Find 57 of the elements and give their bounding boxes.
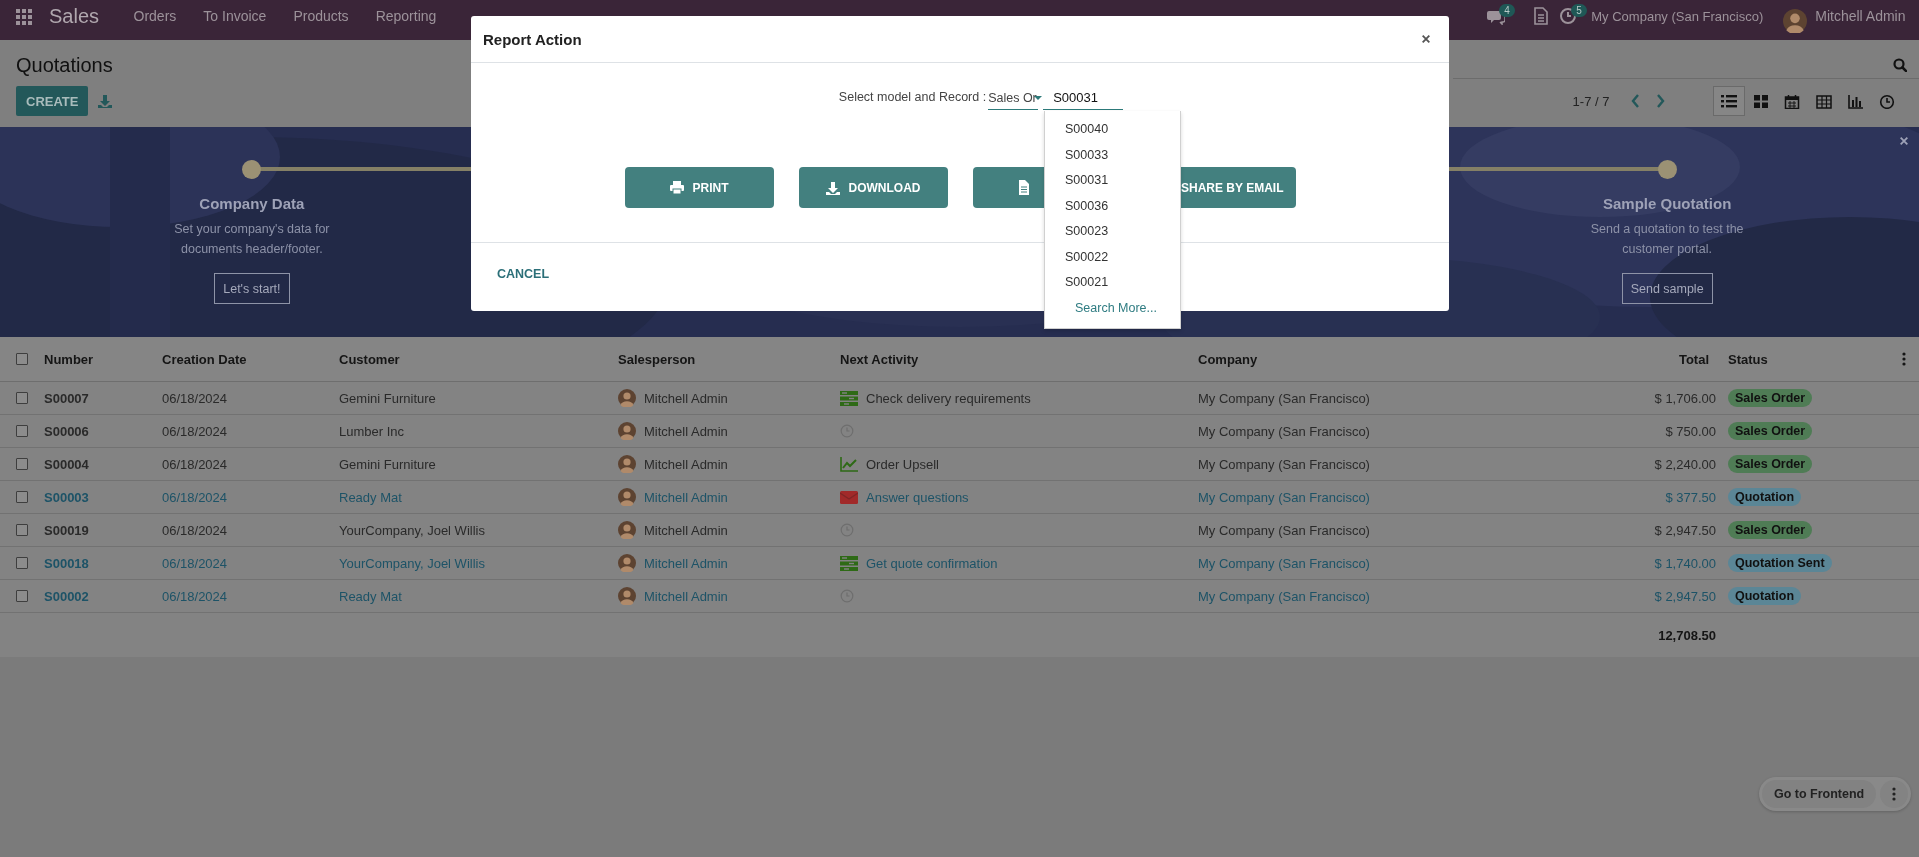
table-cell-text: Ready Mat — [339, 588, 403, 604]
activity-summary: Get quote confirmation — [866, 555, 998, 571]
count-badge: 4 — [1499, 4, 1515, 17]
count-badge: 5 — [1571, 4, 1587, 17]
activity-summary: Check delivery requirements — [866, 390, 1031, 406]
table-cell-text: $ 2,947.50 — [1653, 588, 1717, 604]
table-cell-text: My Company (San Francisco) — [1198, 423, 1371, 439]
total-sum: 12,708.50 — [1657, 627, 1717, 643]
salesperson-name: Mitchell Admin — [644, 423, 728, 439]
table-cell-text: YourCompany, Joel Willis — [339, 555, 486, 571]
salesperson-name: Mitchell Admin — [644, 588, 728, 604]
status-badge: Sales Order — [1728, 389, 1813, 407]
table-cell-text: My Company (San Francisco) — [1198, 588, 1371, 604]
table-cell-text: $ 377.50 — [1664, 489, 1717, 505]
table-cell-text: Gemini Furniture — [339, 390, 437, 406]
table-cell-text: My Company (San Francisco) — [1198, 390, 1371, 406]
salesperson-name: Mitchell Admin — [644, 522, 728, 538]
table-cell-text: 06/18/2024 — [162, 423, 229, 439]
status-badge: Sales Order — [1728, 422, 1813, 440]
step-description: Send a quotation to test the customer portal. — [1589, 221, 1745, 258]
table-cell-text: $ 1,706.00 — [1653, 390, 1717, 406]
status-badge: Sales Order — [1728, 455, 1813, 473]
status-badge: Sales Order — [1728, 521, 1813, 539]
salesperson-name: Mitchell Admin — [644, 555, 728, 571]
table-cell-text: 06/18/2024 — [162, 555, 229, 571]
table-cell-text: Lumber Inc — [339, 423, 406, 439]
page-title: Quotations — [16, 53, 113, 77]
table-cell-text: 06/18/2024 — [162, 456, 229, 472]
table-cell-text: $ 2,947.50 — [1653, 522, 1717, 538]
table-cell-text: My Company (San Francisco) — [1198, 489, 1371, 505]
table-cell-text: Gemini Furniture — [339, 456, 437, 472]
activity-summary: Order Upsell — [866, 456, 939, 472]
step-title: Sample Quotation — [1602, 195, 1732, 212]
salesperson-name: Mitchell Admin — [644, 390, 728, 406]
table-cell-text: 06/18/2024 — [162, 390, 229, 406]
field-label: Select model and Record : — [838, 90, 987, 106]
table-cell-text: 06/18/2024 — [162, 489, 229, 505]
status-badge: Quotation — [1728, 587, 1801, 605]
step-title: Company Data — [199, 195, 305, 212]
table-cell-text: YourCompany, Joel Willis — [339, 522, 486, 538]
table-cell-text: 06/18/2024 — [162, 522, 229, 538]
status-badge: Quotation — [1728, 488, 1801, 506]
table-cell-text: My Company (San Francisco) — [1198, 555, 1371, 571]
step-description: Set your company's data for documents header/footer. — [173, 221, 331, 258]
activity-summary: Answer questions — [866, 489, 969, 505]
dialog-title: Report Action — [483, 30, 583, 48]
table-cell-text: My Company (San Francisco) — [1198, 522, 1371, 538]
table-cell-text: $ 1,740.00 — [1653, 555, 1717, 571]
table-cell-text: 06/18/2024 — [162, 588, 229, 604]
table-cell-text: $ 750.00 — [1664, 423, 1717, 439]
status-badge: Quotation Sent — [1728, 554, 1832, 572]
salesperson-name: Mitchell Admin — [644, 456, 728, 472]
salesperson-name: Mitchell Admin — [644, 489, 728, 505]
pager-value: 1-7 / 7 — [1572, 93, 1610, 109]
table-cell-text: Ready Mat — [339, 489, 403, 505]
table-cell-text: $ 2,240.00 — [1653, 456, 1717, 472]
table-cell-text: My Company (San Francisco) — [1198, 456, 1371, 472]
